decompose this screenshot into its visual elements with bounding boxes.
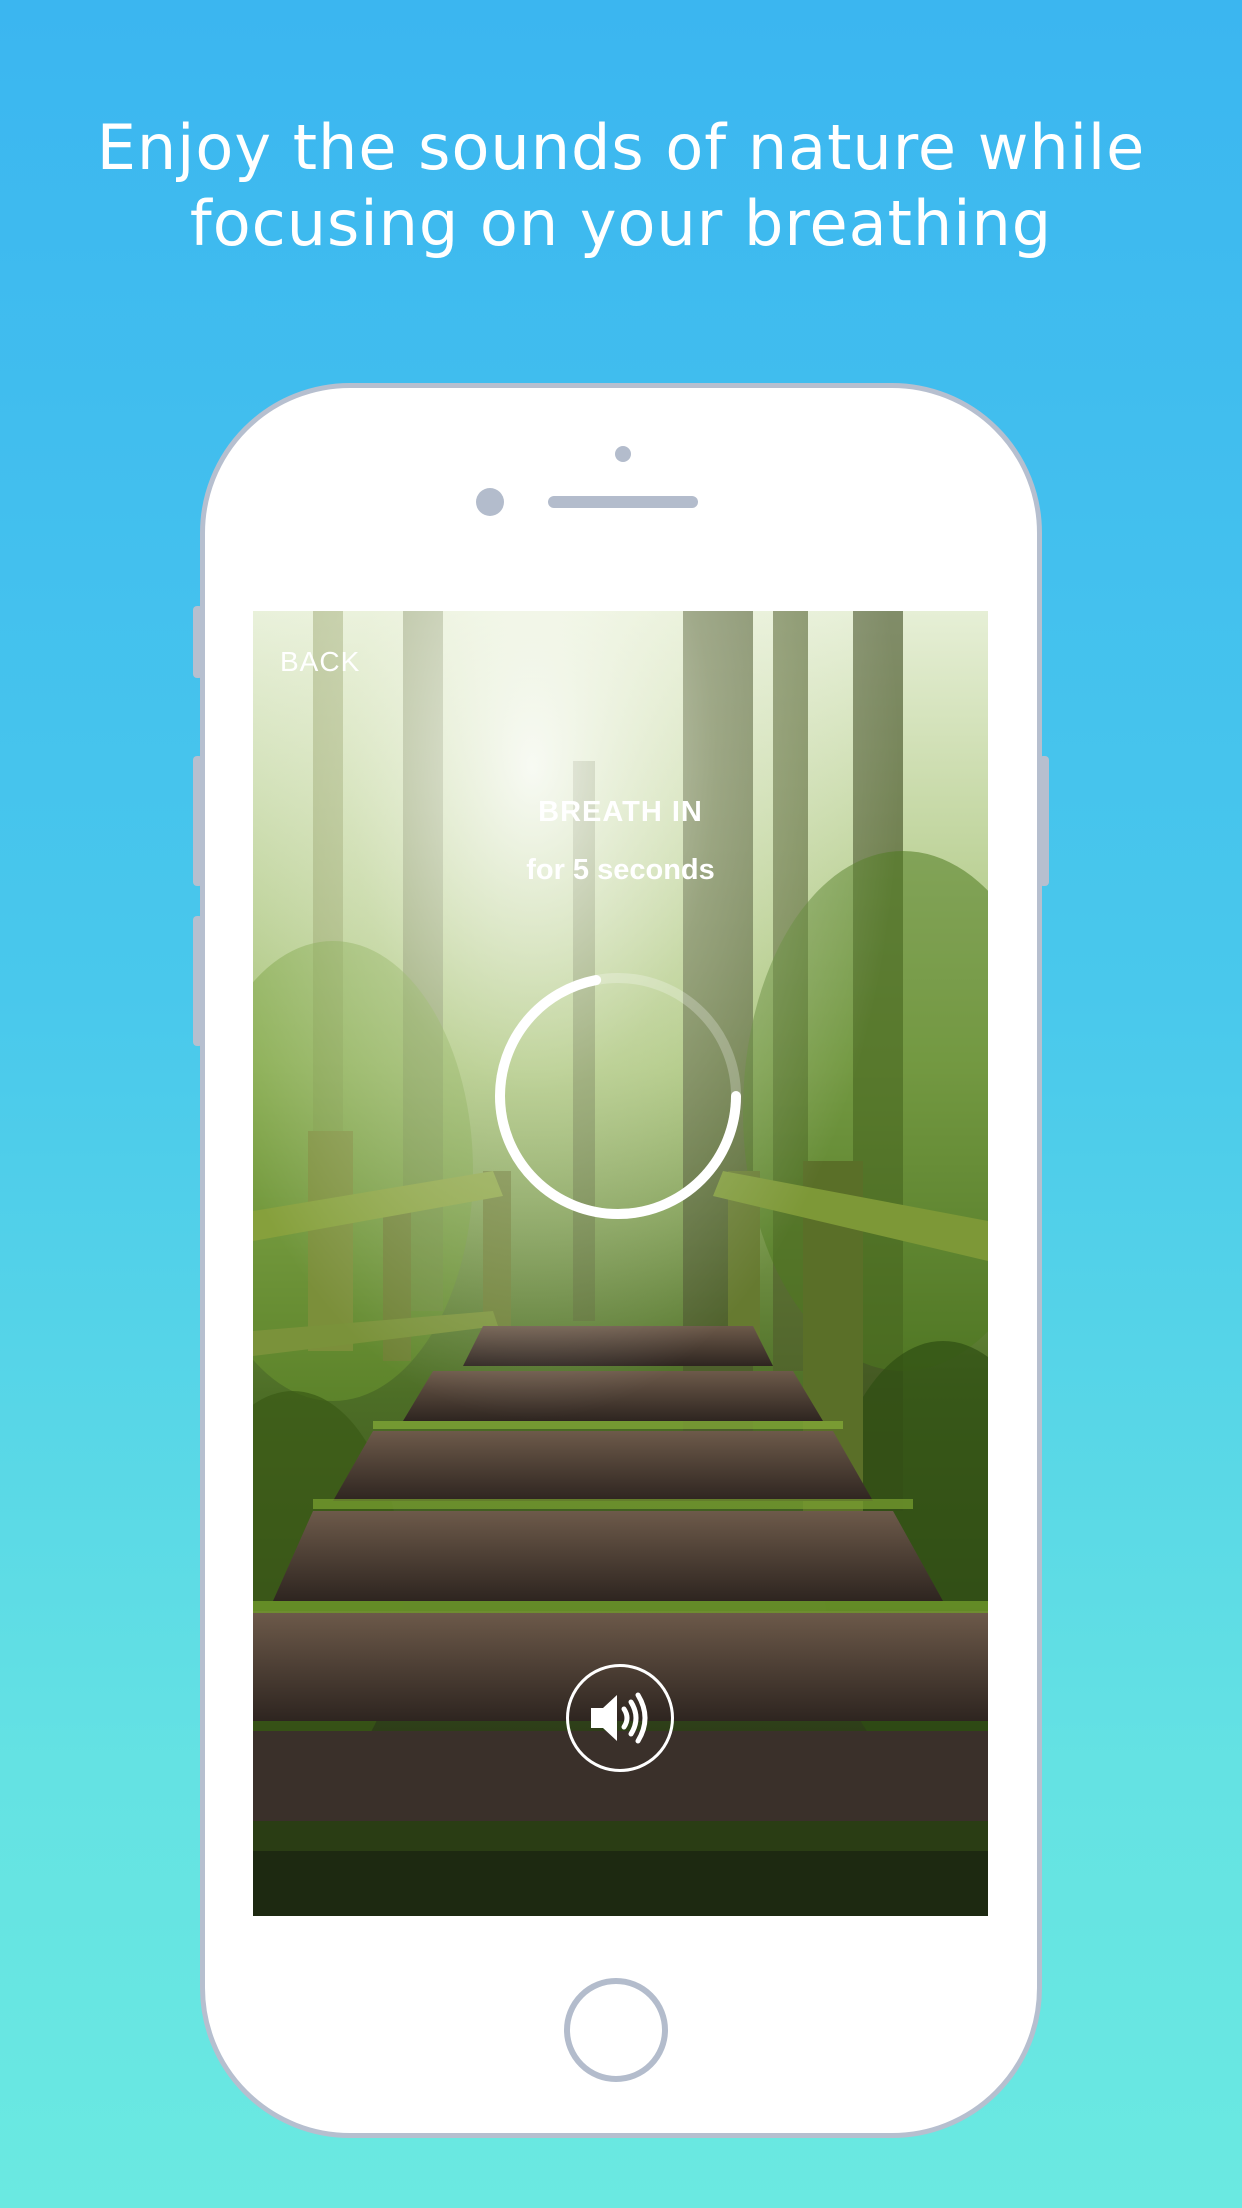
breathing-progress-ring <box>495 973 741 1219</box>
headline: Enjoy the sounds of nature while focusin… <box>0 110 1242 262</box>
phone-sensor <box>615 446 631 462</box>
headline-line-2: focusing on your breathing <box>189 187 1053 260</box>
headline-line-1: Enjoy the sounds of nature while <box>96 111 1146 184</box>
breathing-instruction-title: BREATH IN <box>538 796 703 828</box>
phone-earpiece <box>548 496 698 508</box>
phone-camera <box>476 488 504 516</box>
breathing-instruction-duration: for 5 seconds <box>526 854 715 886</box>
app-screen: BACK BREATH IN for 5 seconds <box>253 611 988 1916</box>
back-button[interactable]: BACK <box>280 646 360 678</box>
phone-home-button <box>564 1978 668 2082</box>
speaker-volume-icon <box>591 1692 648 1744</box>
sound-toggle-button[interactable] <box>566 1664 674 1772</box>
